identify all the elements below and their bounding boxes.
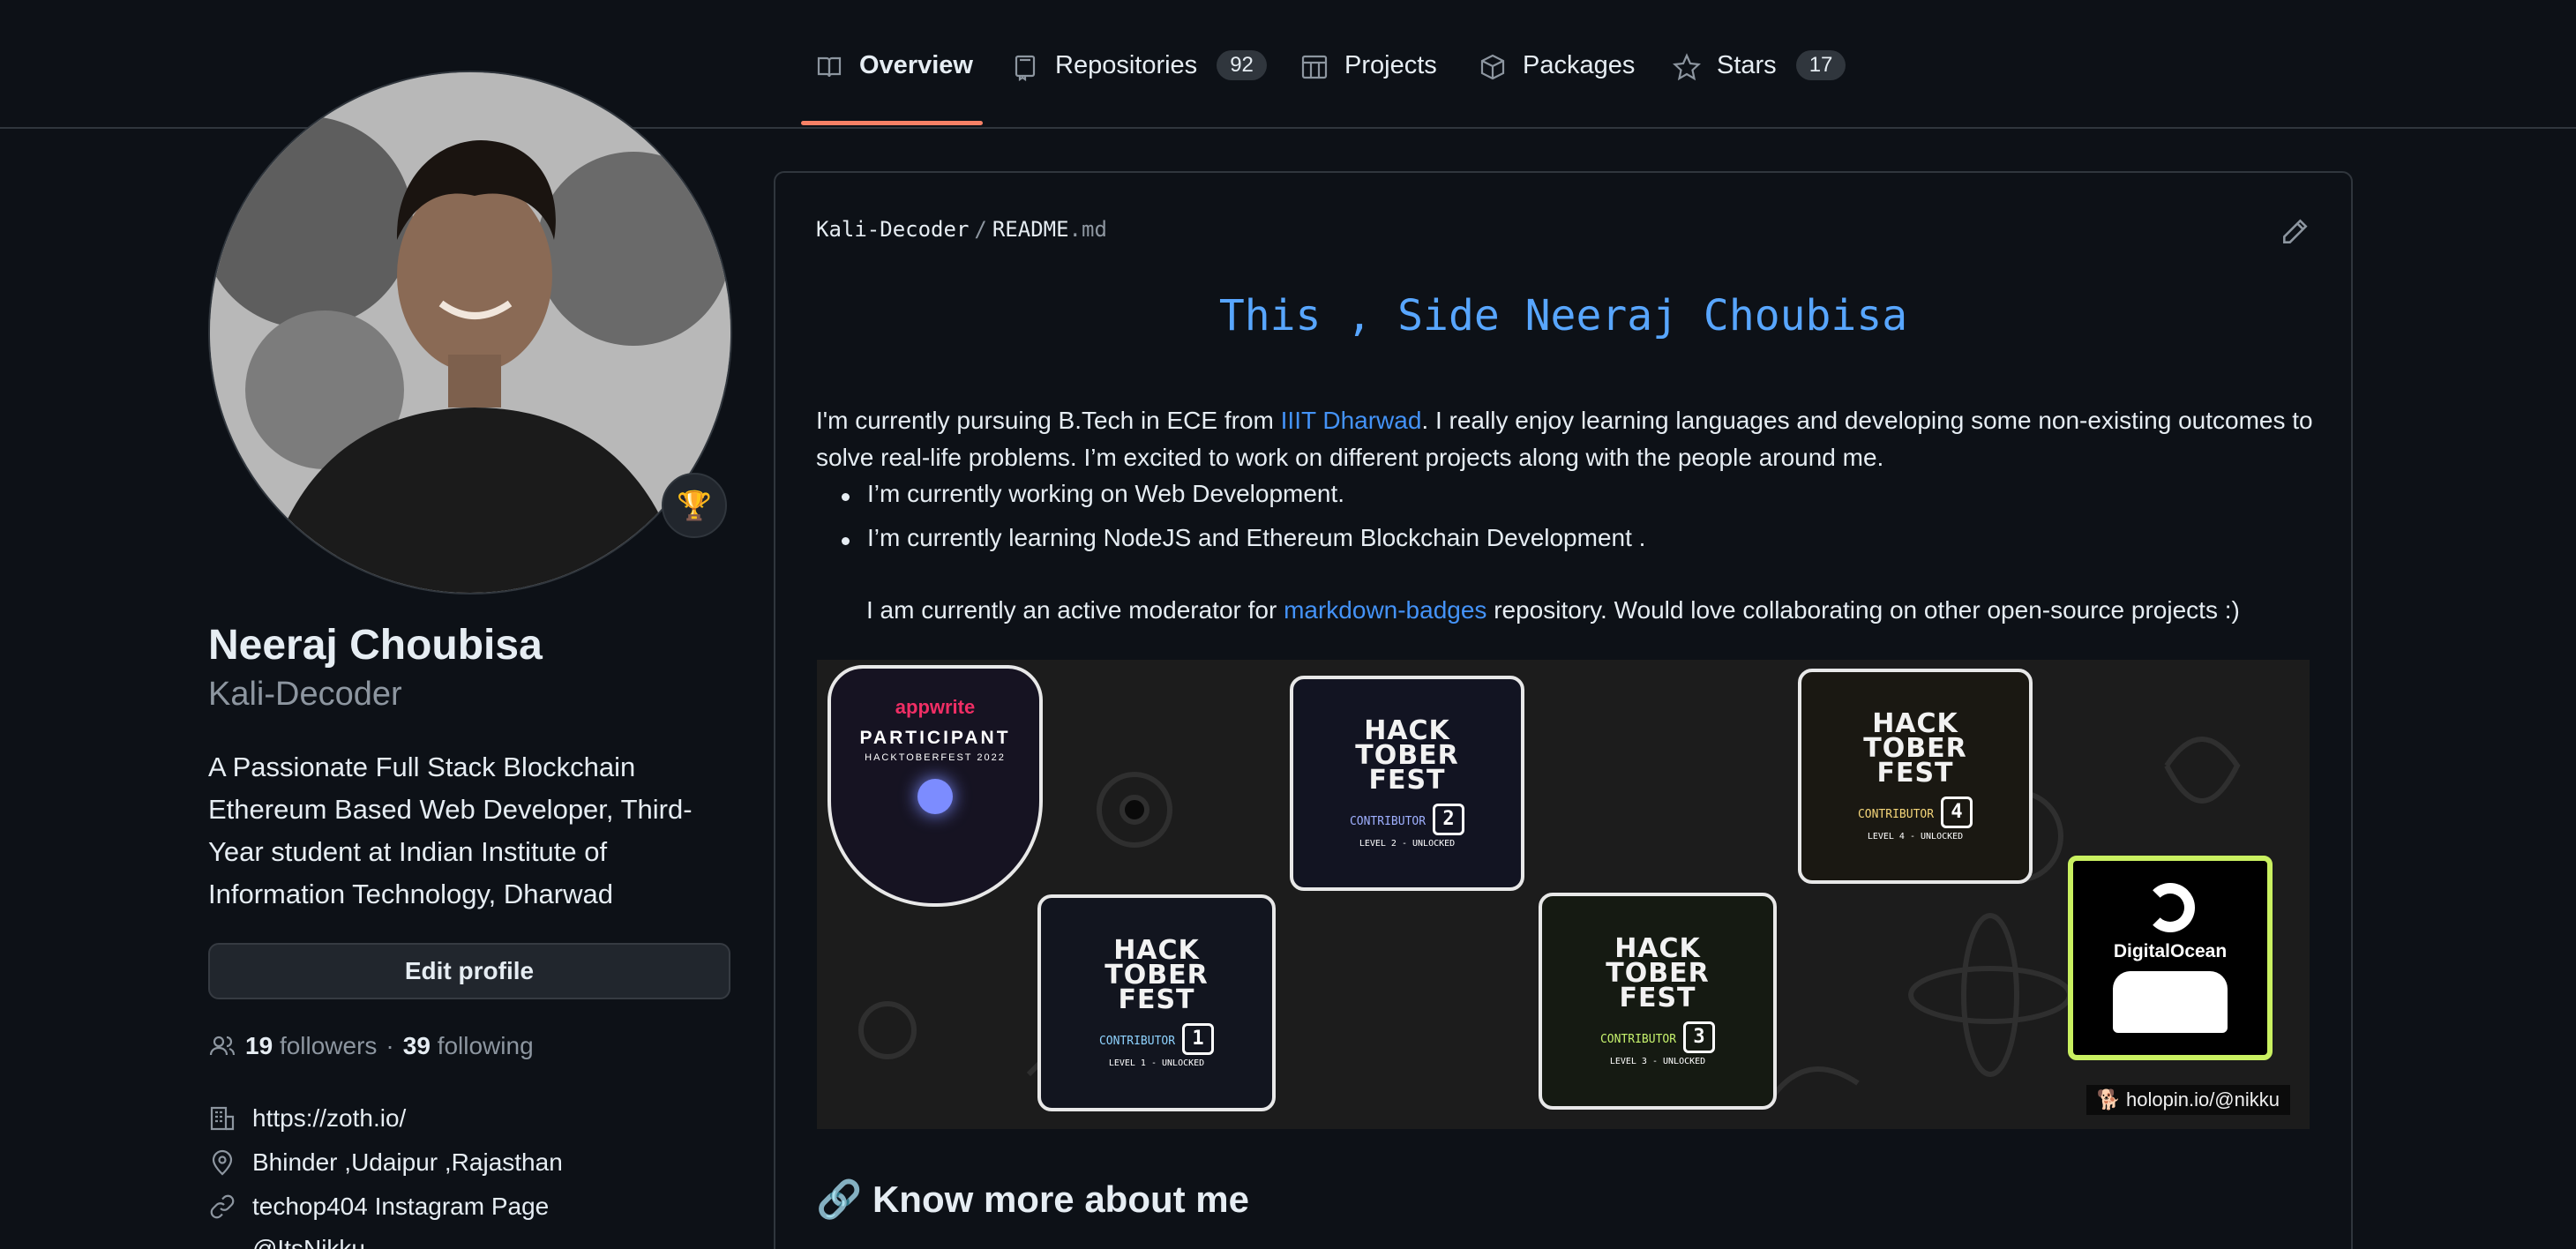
organization-icon	[210, 1106, 235, 1131]
repo-icon	[1015, 55, 1036, 81]
followers-label: followers	[279, 1032, 378, 1059]
hacktoberfest-level-3-badge[interactable]: HACK TOBER FEST CONTRIBUTOR 3 LEVEL 3 - UNL…	[1539, 893, 1777, 1110]
tab-overview[interactable]: Overview	[815, 51, 973, 118]
tab-stars[interactable]: Stars 17	[1673, 50, 1846, 118]
twitter-handle[interactable]: @ItsNikku	[252, 1235, 365, 1249]
hacktoberfest-level-2-badge[interactable]: HACK TOBER FEST CONTRIBUTOR 2 LEVEL 2 - UNL…	[1290, 676, 1524, 891]
level-unlocked-label: LEVEL 1 - UNLOCKED	[1108, 1058, 1205, 1068]
profile-location: Bhinder ,Udaipur ,Rajasthan	[208, 1148, 563, 1177]
achievement-trophy-icon[interactable]: 🏆	[662, 473, 727, 538]
holopin-link[interactable]: 🐕 holopin.io/@nikku	[2086, 1085, 2290, 1115]
iiit-dharwad-link[interactable]: IIIT Dharwad	[1281, 407, 1422, 434]
list-item: I’m currently learning NodeJS and Ethere…	[842, 524, 1645, 552]
following-label: following	[437, 1032, 534, 1059]
profile-full-name: Neeraj Choubisa	[208, 622, 543, 669]
profile-website: https://zoth.io/	[208, 1104, 406, 1133]
tab-overview-label: Overview	[859, 51, 973, 79]
digitalocean-label: DigitalOcean	[2113, 941, 2228, 961]
tab-projects[interactable]: Projects	[1300, 51, 1437, 118]
bullet-dot	[842, 493, 850, 501]
tab-repositories[interactable]: Repositories 92	[1011, 50, 1267, 118]
hacktoberfest-level-4-badge[interactable]: HACK TOBER FEST CONTRIBUTOR 4 LEVEL 4 - UNL…	[1798, 669, 2033, 884]
hacktoberfest-logo-text: HACK TOBER FEST	[1105, 934, 1209, 1015]
followers-link[interactable]: 19 followers	[245, 1032, 377, 1060]
repositories-count-badge: 92	[1217, 50, 1267, 80]
moderator-text-end: repository. Would love collaborating on …	[1486, 596, 2240, 624]
active-tab-underline	[801, 121, 983, 125]
following-link[interactable]: 39 following	[403, 1032, 534, 1060]
bullet-dot	[842, 537, 850, 545]
tab-packages-label: Packages	[1523, 51, 1636, 79]
avatar-photo	[210, 72, 730, 593]
level-number: 2	[1433, 803, 1465, 835]
link-icon	[210, 1194, 235, 1219]
tab-repositories-label: Repositories	[1055, 51, 1198, 79]
bullet-text: I’m currently working on Web Development…	[867, 480, 1345, 507]
list-item: I’m currently working on Web Development…	[842, 480, 1344, 508]
contributor-label: CONTRIBUTOR 2	[1350, 803, 1465, 835]
lightbulb-icon	[917, 779, 953, 814]
separator-dot: ·	[386, 1032, 394, 1059]
following-count: 39	[402, 1032, 431, 1059]
hacktoberfest-logo-text: HACK TOBER FEST	[1863, 707, 1967, 789]
appwrite-title: PARTICIPANT	[859, 728, 1011, 748]
followers-count: 19	[245, 1032, 273, 1059]
readme-path-ext: .md	[1068, 217, 1107, 242]
appwrite-participant-badge[interactable]: appwrite PARTICIPANT HACKTOBERFEST 2022	[827, 665, 1043, 907]
contributor-label: CONTRIBUTOR 3	[1600, 1021, 1716, 1053]
appwrite-subtitle: HACKTOBERFEST 2022	[865, 752, 1006, 763]
people-icon	[209, 1036, 236, 1056]
level-unlocked-label: LEVEL 3 - UNLOCKED	[1609, 1056, 1706, 1066]
book-icon	[817, 56, 842, 78]
tab-stars-label: Stars	[1717, 51, 1777, 79]
edit-profile-button[interactable]: Edit profile	[208, 943, 730, 999]
readme-path-owner[interactable]: Kali-Decoder	[816, 217, 969, 242]
tab-packages[interactable]: Packages	[1479, 51, 1635, 118]
level-number: 4	[1941, 796, 1973, 828]
path-separator: /	[974, 217, 987, 242]
package-icon	[1480, 54, 1505, 80]
readme-intro: I'm currently pursuing B.Tech in ECE fro…	[816, 402, 2316, 476]
readme-title: This , Side Neeraj Choubisa	[1218, 291, 1908, 340]
website-link[interactable]: https://zoth.io/	[252, 1104, 406, 1133]
location-icon	[212, 1149, 233, 1176]
contributor-label: CONTRIBUTOR 1	[1099, 1022, 1215, 1055]
readme-path: Kali-Decoder / README.md	[816, 217, 1107, 242]
hands-icon	[2113, 971, 2228, 1033]
hacktoberfest-logo-text: HACK TOBER FEST	[1355, 714, 1459, 796]
profile-bio: A Passionate Full Stack Blockchain Ether…	[208, 752, 693, 909]
star-icon	[1673, 53, 1701, 81]
moderator-text-start: I am currently an active moderator for	[866, 596, 1284, 624]
holopin-badge-board[interactable]: appwrite PARTICIPANT HACKTOBERFEST 2022 …	[817, 660, 2310, 1129]
level-number: 3	[1683, 1021, 1716, 1053]
contributor-label: CONTRIBUTOR 4	[1858, 796, 1973, 828]
moderator-paragraph: I am currently an active moderator for m…	[866, 596, 2240, 624]
digitalocean-badge[interactable]: DigitalOcean	[2068, 856, 2273, 1060]
markdown-badges-link[interactable]: markdown-badges	[1284, 596, 1486, 624]
profile-social-link: techop404 Instagram Page	[208, 1193, 549, 1221]
level-number: 1	[1182, 1022, 1215, 1055]
follow-stats: 19 followers · 39 following	[208, 1032, 534, 1060]
tab-projects-label: Projects	[1344, 51, 1437, 79]
readme-path-file[interactable]: README	[992, 217, 1069, 242]
hacktoberfest-level-1-badge[interactable]: HACK TOBER FEST CONTRIBUTOR 1 LEVEL 1 - UNL…	[1037, 894, 1276, 1111]
pencil-icon[interactable]	[2280, 217, 2310, 247]
appwrite-brand: appwrite	[895, 696, 976, 718]
social-link-text[interactable]: techop404 Instagram Page	[252, 1193, 549, 1221]
stars-count-badge: 17	[1795, 50, 1846, 80]
level-unlocked-label: LEVEL 4 - UNLOCKED	[1867, 831, 1964, 841]
intro-text-start: I'm currently pursuing B.Tech in ECE fro…	[816, 407, 1281, 434]
location-text: Bhinder ,Udaipur ,Rajasthan	[252, 1148, 563, 1176]
table-icon	[1301, 55, 1328, 79]
know-more-heading: 🔗 Know more about me	[816, 1178, 1249, 1220]
avatar[interactable]	[208, 71, 732, 595]
bullet-text: I’m currently learning NodeJS and Ethere…	[867, 524, 1646, 551]
hacktoberfest-logo-text: HACK TOBER FEST	[1606, 932, 1710, 1013]
profile-twitter: @ItsNikku	[208, 1235, 365, 1249]
level-unlocked-label: LEVEL 2 - UNLOCKED	[1359, 838, 1456, 849]
digitalocean-logo-icon	[2145, 883, 2195, 932]
profile-username: Kali-Decoder	[208, 676, 402, 713]
